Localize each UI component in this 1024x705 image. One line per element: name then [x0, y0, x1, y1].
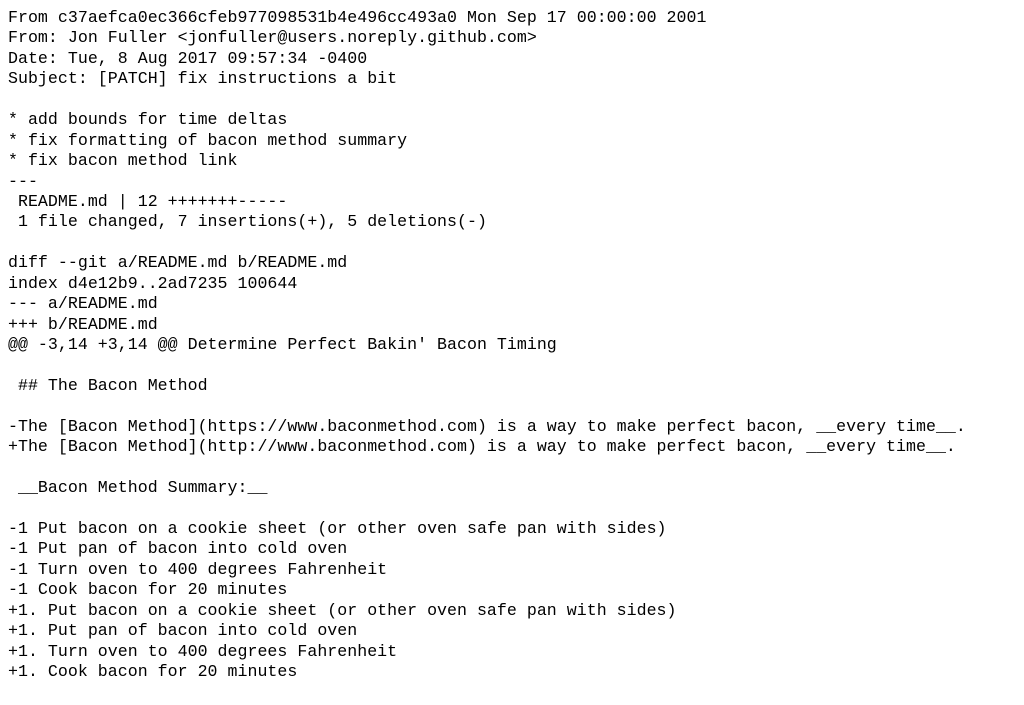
line-added-step-4: +1. Cook bacon for 20 minutes [8, 662, 298, 681]
line-from-author: From: Jon Fuller <jonfuller@users.norepl… [8, 28, 537, 48]
line-blank-6 [8, 499, 1024, 519]
line-blank-2 [8, 233, 1024, 253]
line-new-file: +++ b/README.md [8, 314, 158, 334]
line-removed-step-2: -1 Put pan of bacon into cold oven [8, 539, 348, 559]
line-added-step-3: +1. Turn oven to 400 degrees Fahrenheit [8, 641, 398, 661]
line-msg-1: * add bounds for time deltas [8, 110, 288, 130]
line-subject: Subject: [PATCH] fix instructions a bit [8, 69, 398, 89]
line-added-link: +The [Bacon Method](http://www.baconmeth… [8, 437, 956, 457]
line-removed-step-4: -1 Cook bacon for 20 minutes [8, 580, 288, 600]
line-msg-2: * fix formatting of bacon method summary [8, 130, 408, 150]
line-context-summary: __Bacon Method Summary:__ [8, 478, 268, 498]
line-diffstat-file: README.md | 12 +++++++----- [8, 191, 288, 211]
line-index: index d4e12b9..2ad7235 100644 [8, 273, 298, 293]
line-diffstat-summary: 1 file changed, 7 insertions(+), 5 delet… [8, 212, 487, 232]
line-blank-3 [8, 355, 1024, 375]
line-blank-4 [8, 396, 1024, 416]
line-msg-3: * fix bacon method link [8, 151, 238, 171]
line-old-file: --- a/README.md [8, 294, 158, 314]
line-added-step-1: +1. Put bacon on a cookie sheet (or othe… [8, 600, 677, 620]
line-removed-step-1: -1 Put bacon on a cookie sheet (or other… [8, 518, 667, 538]
line-hunk: @@ -3,14 +3,14 @@ Determine Perfect Baki… [8, 335, 557, 354]
line-date: Date: Tue, 8 Aug 2017 09:57:34 -0400 [8, 48, 368, 68]
line-separator: --- [8, 171, 38, 191]
patch-text-view[interactable]: From c37aefca0ec366cfeb977098531b4e496cc… [0, 0, 1024, 705]
line-added-step-2: +1. Put pan of bacon into cold oven [8, 621, 358, 641]
line-removed-step-3: -1 Turn oven to 400 degrees Fahrenheit [8, 559, 388, 579]
line-from-commit: From c37aefca0ec366cfeb977098531b4e496cc… [8, 8, 707, 27]
line-blank-5 [8, 458, 1024, 478]
line-diff-git: diff --git a/README.md b/README.md [8, 253, 348, 273]
line-blank-1 [8, 90, 1024, 110]
line-removed-link: -The [Bacon Method](https://www.baconmet… [8, 416, 966, 436]
line-context-heading: ## The Bacon Method [8, 375, 208, 395]
